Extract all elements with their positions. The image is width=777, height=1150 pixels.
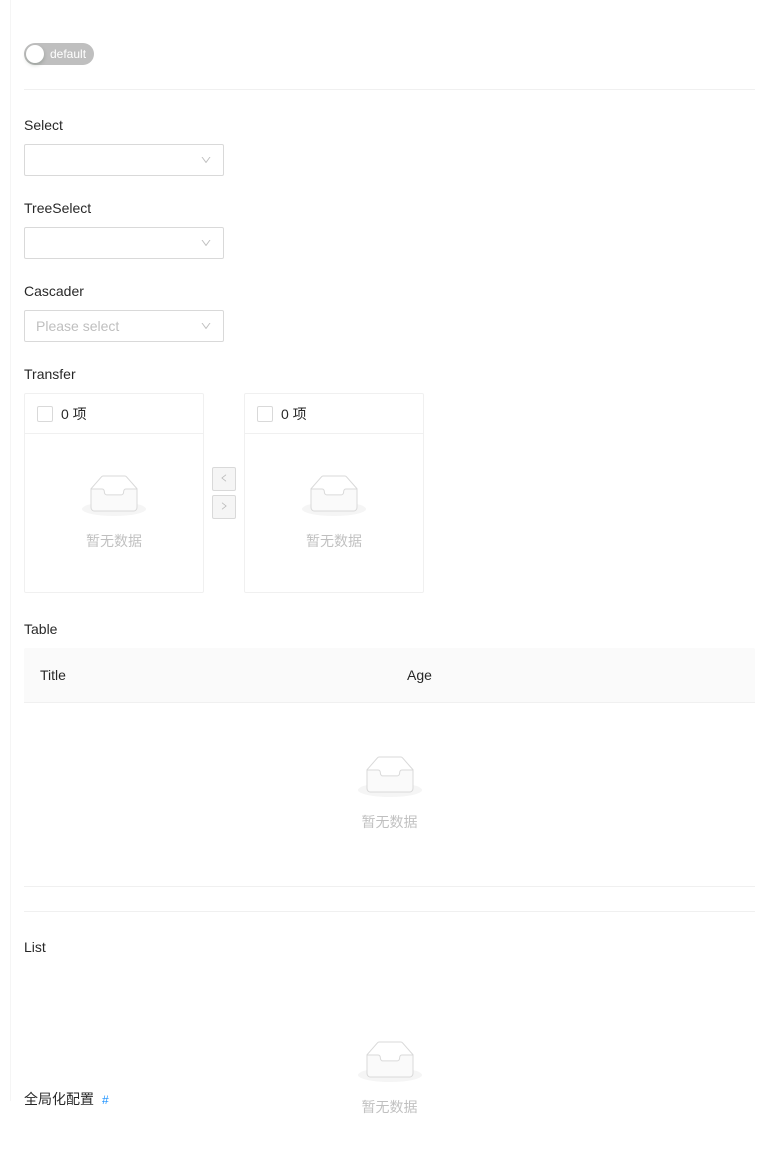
chevron-down-icon (200, 237, 212, 249)
list-empty-placeholder: 暂无数据 (24, 966, 755, 1150)
list: 暂无数据 (24, 966, 755, 1150)
table-column-header-age[interactable]: Age (391, 664, 755, 686)
default-switch[interactable]: default (24, 43, 94, 65)
list-section-label: List (24, 936, 755, 958)
treeselect-input[interactable] (24, 227, 224, 259)
select-input[interactable] (24, 144, 224, 176)
table-column-header-title[interactable]: Title (24, 664, 391, 686)
global-config-heading: 全局化配置 # (24, 1088, 109, 1110)
transfer-target-header: 0 项 (245, 394, 423, 434)
global-config-heading-text: 全局化配置 (24, 1091, 94, 1107)
transfer-move-right-button[interactable] (212, 495, 236, 519)
cascader-placeholder: Please select (36, 315, 200, 337)
chevron-down-icon (200, 320, 212, 332)
empty-box-icon (302, 475, 366, 522)
cascader-input[interactable]: Please select (24, 310, 224, 342)
chevron-left-icon (219, 472, 229, 486)
transfer: 0 项 (24, 393, 755, 593)
divider-before-list (24, 911, 755, 912)
table-section-label: Table (24, 618, 755, 640)
table: Title Age 暂无数据 (24, 648, 755, 887)
cascader-section-label: Cascader (24, 280, 755, 302)
transfer-target-select-all-checkbox[interactable] (257, 406, 273, 422)
transfer-target-count: 0 项 (281, 403, 307, 425)
anchor-link-icon[interactable]: # (102, 1093, 109, 1107)
select-section-label: Select (24, 114, 755, 136)
transfer-target-body: 暂无数据 (245, 434, 423, 592)
transfer-source-body: 暂无数据 (25, 434, 203, 592)
viewport-left-rule (10, 0, 11, 1101)
transfer-section-label: Transfer (24, 363, 755, 385)
empty-box-icon (358, 756, 422, 803)
switch-handle (26, 45, 44, 63)
chevron-right-icon (219, 500, 229, 514)
table-empty-text: 暂无数据 (362, 811, 418, 833)
transfer-source-header: 0 项 (25, 394, 203, 434)
list-empty: 暂无数据 (358, 1041, 422, 1118)
transfer-source-panel: 0 项 (24, 393, 204, 593)
transfer-target-empty: 暂无数据 (302, 475, 366, 552)
switch-row: default (24, 0, 755, 65)
divider-top (24, 89, 755, 90)
transfer-move-left-button[interactable] (212, 467, 236, 491)
treeselect-section-label: TreeSelect (24, 197, 755, 219)
empty-box-icon (82, 475, 146, 522)
switch-label: default (50, 43, 86, 65)
empty-box-icon (358, 1041, 422, 1088)
transfer-source-select-all-checkbox[interactable] (37, 406, 53, 422)
transfer-operations (212, 393, 236, 593)
table-empty-placeholder: 暂无数据 (24, 703, 755, 887)
list-empty-text: 暂无数据 (362, 1096, 418, 1118)
table-header-row: Title Age (24, 648, 755, 703)
demo-page: default Select TreeSelect Cascader Pleas… (24, 0, 755, 1150)
transfer-target-panel: 0 项 (244, 393, 424, 593)
chevron-down-icon (200, 154, 212, 166)
transfer-source-empty-text: 暂无数据 (86, 530, 142, 552)
transfer-source-count: 0 项 (61, 403, 87, 425)
transfer-target-empty-text: 暂无数据 (306, 530, 362, 552)
table-empty: 暂无数据 (358, 756, 422, 833)
transfer-source-empty: 暂无数据 (82, 475, 146, 552)
